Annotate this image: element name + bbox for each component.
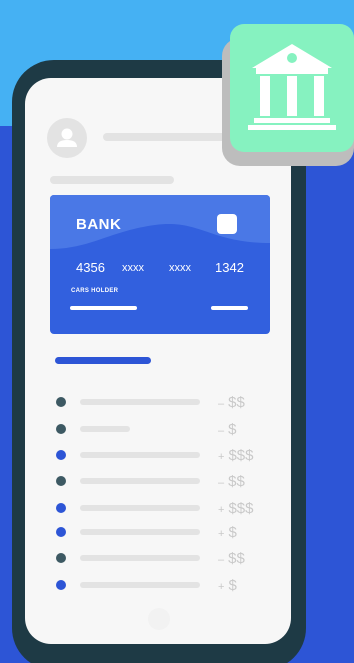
transaction-sign: – <box>218 398 225 410</box>
transaction-description-placeholder <box>80 426 130 432</box>
subtitle-placeholder <box>50 176 174 184</box>
transaction-sign: – <box>218 425 225 437</box>
transaction-amount: + $ <box>218 577 237 594</box>
card-expiry-placeholder <box>211 306 248 310</box>
transactions-heading-placeholder <box>55 357 151 364</box>
credit-indicator-dot <box>56 450 66 460</box>
debit-indicator-dot <box>56 397 66 407</box>
card-number-group-2: xxxx <box>122 262 144 274</box>
transaction-row[interactable]: + $$$ <box>25 447 291 464</box>
transaction-row[interactable]: – $ <box>25 421 291 438</box>
transaction-row[interactable]: – $$ <box>25 394 291 411</box>
bank-card[interactable]: BANK 4356 xxxx xxxx 1342 CARS HOLDER <box>50 195 270 334</box>
credit-indicator-dot <box>56 580 66 590</box>
transaction-row[interactable]: + $$$ <box>25 500 291 517</box>
home-button[interactable] <box>148 608 170 630</box>
debit-indicator-dot <box>56 476 66 486</box>
transaction-value: $$ <box>228 550 245 567</box>
card-chip-icon <box>217 214 237 234</box>
transaction-sign: + <box>218 528 225 540</box>
transaction-description-placeholder <box>80 399 200 405</box>
transaction-value: $$$ <box>228 500 254 517</box>
transaction-amount: – $ <box>218 421 236 438</box>
card-holder-label: CARS HOLDER <box>71 288 119 294</box>
transaction-row[interactable]: – $$ <box>25 550 291 567</box>
user-avatar-icon[interactable] <box>47 118 87 158</box>
transaction-amount: + $$$ <box>218 447 253 464</box>
transaction-amount: – $$ <box>218 550 245 567</box>
transaction-value: $$ <box>228 473 245 490</box>
card-number-group-4: 1342 <box>215 260 244 275</box>
transaction-sign: + <box>218 504 225 516</box>
bank-building-icon <box>248 44 336 130</box>
transaction-description-placeholder <box>80 529 200 535</box>
debit-indicator-dot <box>56 553 66 563</box>
transaction-description-placeholder <box>80 478 200 484</box>
transaction-sign: + <box>218 581 225 593</box>
transaction-sign: + <box>218 451 225 463</box>
bank-tile <box>230 24 354 152</box>
transaction-value: $ <box>228 524 237 541</box>
transaction-description-placeholder <box>80 582 200 588</box>
transaction-amount: + $$$ <box>218 500 253 517</box>
transaction-sign: – <box>218 554 225 566</box>
debit-indicator-dot <box>56 424 66 434</box>
transaction-row[interactable]: – $$ <box>25 473 291 490</box>
transaction-amount: + $ <box>218 524 237 541</box>
transaction-value: $$$ <box>228 447 254 464</box>
transaction-value: $ <box>228 577 237 594</box>
avatar-silhouette-icon <box>57 128 77 147</box>
transaction-amount: – $$ <box>218 473 245 490</box>
transaction-row[interactable]: + $ <box>25 524 291 541</box>
transaction-description-placeholder <box>80 505 200 511</box>
transaction-description-placeholder <box>80 452 200 458</box>
card-bank-name: BANK <box>76 216 122 233</box>
card-number-group-3: xxxx <box>169 262 191 274</box>
transaction-row[interactable]: + $ <box>25 577 291 594</box>
card-number-group-1: 4356 <box>76 260 105 275</box>
transaction-amount: – $$ <box>218 394 245 411</box>
credit-indicator-dot <box>56 503 66 513</box>
card-holder-name-placeholder <box>70 306 137 310</box>
transaction-description-placeholder <box>80 555 200 561</box>
transaction-sign: – <box>218 477 225 489</box>
credit-indicator-dot <box>56 527 66 537</box>
transaction-value: $$ <box>228 394 245 411</box>
transaction-value: $ <box>228 421 237 438</box>
